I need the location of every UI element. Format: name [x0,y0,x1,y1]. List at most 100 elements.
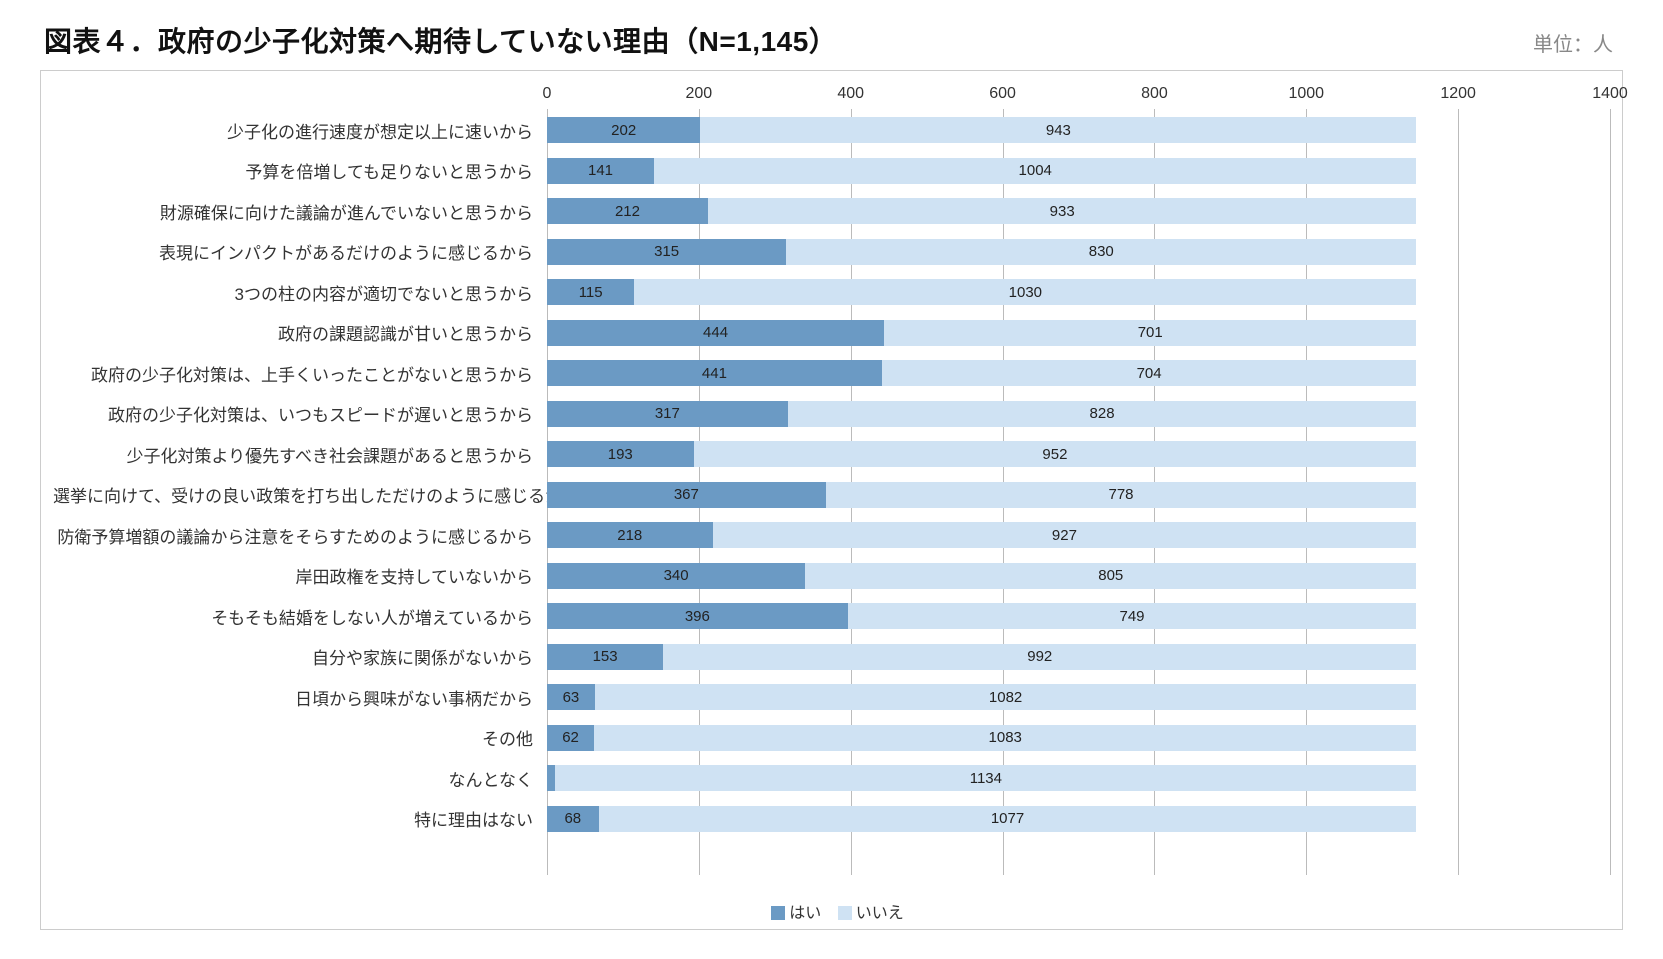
x-tick: 800 [1141,85,1168,103]
category-label: 自分や家族に関係がないから [53,644,547,669]
chart-unit-label: 単位：人 [1533,28,1613,57]
legend-label-no: いいえ [856,905,904,922]
bar-segment-yes: 212 [547,198,708,224]
x-tick: 1200 [1440,85,1476,103]
category-label: 少子化の進行速度が想定以上に速いから [53,118,547,143]
bar-segment-no: 1030 [634,279,1416,305]
category-label: 予算を倍増しても足りないと思うから [53,158,547,183]
bar-segment-yes: 193 [547,441,694,467]
bar-segment-yes: 202 [547,117,700,143]
bar-segment-no: 943 [700,117,1416,143]
bar-segment-yes: 396 [547,603,848,629]
bar-segment-no: 828 [788,401,1417,427]
chart-row: 岸田政権を支持していないから340805 [53,563,1610,589]
x-tick: 400 [837,85,864,103]
bar-segment-no: 778 [826,482,1417,508]
bar-segment-yes: 315 [547,239,786,265]
category-label: 政府の少子化対策は、上手くいったことがないと思うから [53,361,547,386]
category-label: 選挙に向けて、受けの良い政策を打ち出しただけのように感じるから [53,482,547,507]
bar-value-yes: 193 [604,446,637,463]
bar-value-yes: 115 [575,284,607,301]
chart-frame: 0200400600800100012001400 少子化の進行速度が想定以上に… [40,70,1623,930]
bar-value-yes: 218 [613,527,646,544]
chart-row: 予算を倍増しても足りないと思うから 141 1004 [53,158,1610,184]
bar-segment-yes: 444 [547,320,884,346]
bar-segment-no: 952 [694,441,1417,467]
chart-row: そもそも結婚をしない人が増えているから396749 [53,603,1610,629]
category-label: 少子化対策より優先すべき社会課題があると思うから [53,442,547,467]
chart-row: 3つの柱の内容が適切でないと思うから 115 1030 [53,279,1610,305]
bar-value-no: 1030 [1005,284,1046,301]
category-label: 政府の課題認識が甘いと思うから [53,320,547,345]
chart-row: 選挙に向けて、受けの良い政策を打ち出しただけのように感じるから 367 778 [53,482,1610,508]
bar-track: 212 933 [547,198,1610,224]
bar-value-yes: 63 [559,689,584,706]
category-label: 表現にインパクトがあるだけのように感じるから [53,239,547,264]
bar-value-no: 778 [1105,486,1138,503]
bar-value-no: 992 [1023,648,1056,665]
legend-swatch-no [838,906,852,920]
bar-track: 396 749 [547,603,1610,629]
bar-segment-yes: 11 [547,765,555,791]
bar-segment-yes: 218 [547,522,713,548]
x-tick: 200 [685,85,712,103]
category-label: 3つの柱の内容が適切でないと思うから [53,280,547,305]
chart-row: 日頃から興味がない事柄だから 63 1082 [53,684,1610,710]
chart-rows: 少子化の進行速度が想定以上に速いから 202 943 予算を倍増しても足りないと思うか… [53,113,1610,875]
bar-value-yes: 202 [607,122,640,139]
bar-value-yes: 62 [558,729,583,746]
bar-value-yes: 141 [584,162,617,179]
bar-value-yes: 441 [698,365,731,382]
bar-segment-no: 1082 [595,684,1417,710]
bar-track: 218927 [547,522,1610,548]
plot-area: 0200400600800100012001400 少子化の進行速度が想定以上に… [53,85,1610,875]
bar-segment-no: 805 [805,563,1416,589]
bar-track: 317 828 [547,401,1610,427]
bar-value-yes: 317 [651,405,684,422]
bar-segment-no: 992 [663,644,1416,670]
bar-segment-yes: 153 [547,644,663,670]
figure-page: 図表４．政府の少子化対策へ期待していない理由（N=1,145） 単位：人 020… [0,0,1663,959]
x-tick: 600 [989,85,1016,103]
x-tick: 1000 [1288,85,1324,103]
bar-value-yes: 153 [589,648,622,665]
legend-label-yes: はい [789,905,821,922]
chart-row: 政府の少子化対策は、上手くいったことがないと思うから 441 704 [53,360,1610,386]
bar-segment-no: 1134 [555,765,1416,791]
chart-row: 財源確保に向けた議論が進んでいないと思うから212 933 [53,198,1610,224]
bar-segment-yes: 115 [547,279,634,305]
bar-value-yes: 367 [670,486,703,503]
bar-track: 111134 [547,765,1610,791]
bar-segment-yes: 63 [547,684,595,710]
bar-segment-no: 1083 [594,725,1416,751]
chart-row: 少子化の進行速度が想定以上に速いから 202 943 [53,117,1610,143]
chart-row: 特に理由はない681077 [53,806,1610,832]
bar-track: 62 1083 [547,725,1610,751]
chart-row: 少子化対策より優先すべき社会課題があると思うから 193 952 [53,441,1610,467]
bar-value-no: 749 [1116,608,1149,625]
bar-track: 115 1030 [547,279,1610,305]
category-label: 防衛予算増額の議論から注意をそらすためのように感じるから [53,523,547,548]
category-label: 日頃から興味がない事柄だから [53,685,547,710]
grid-line [1610,109,1611,875]
bar-segment-no: 749 [848,603,1417,629]
category-label: 財源確保に向けた議論が進んでいないと思うから [53,199,547,224]
bar-track: 202 943 [547,117,1610,143]
bar-segment-no: 1004 [654,158,1416,184]
bar-track: 193 952 [547,441,1610,467]
bar-value-no: 1082 [985,689,1026,706]
bar-value-no: 952 [1038,446,1071,463]
bar-value-no: 828 [1086,405,1119,422]
bar-value-no: 933 [1046,203,1079,220]
bar-segment-yes: 62 [547,725,594,751]
category-label: なんとなく [53,766,547,791]
bar-segment-no: 704 [882,360,1417,386]
bar-track: 444701 [547,320,1610,346]
bar-segment-yes: 141 [547,158,654,184]
chart-row: 防衛予算増額の議論から注意をそらすためのように感じるから218927 [53,522,1610,548]
bar-value-yes: 396 [681,608,714,625]
bar-segment-yes: 441 [547,360,882,386]
bar-value-no: 1077 [987,810,1028,827]
bar-track: 315830 [547,239,1610,265]
bar-segment-no: 830 [786,239,1416,265]
